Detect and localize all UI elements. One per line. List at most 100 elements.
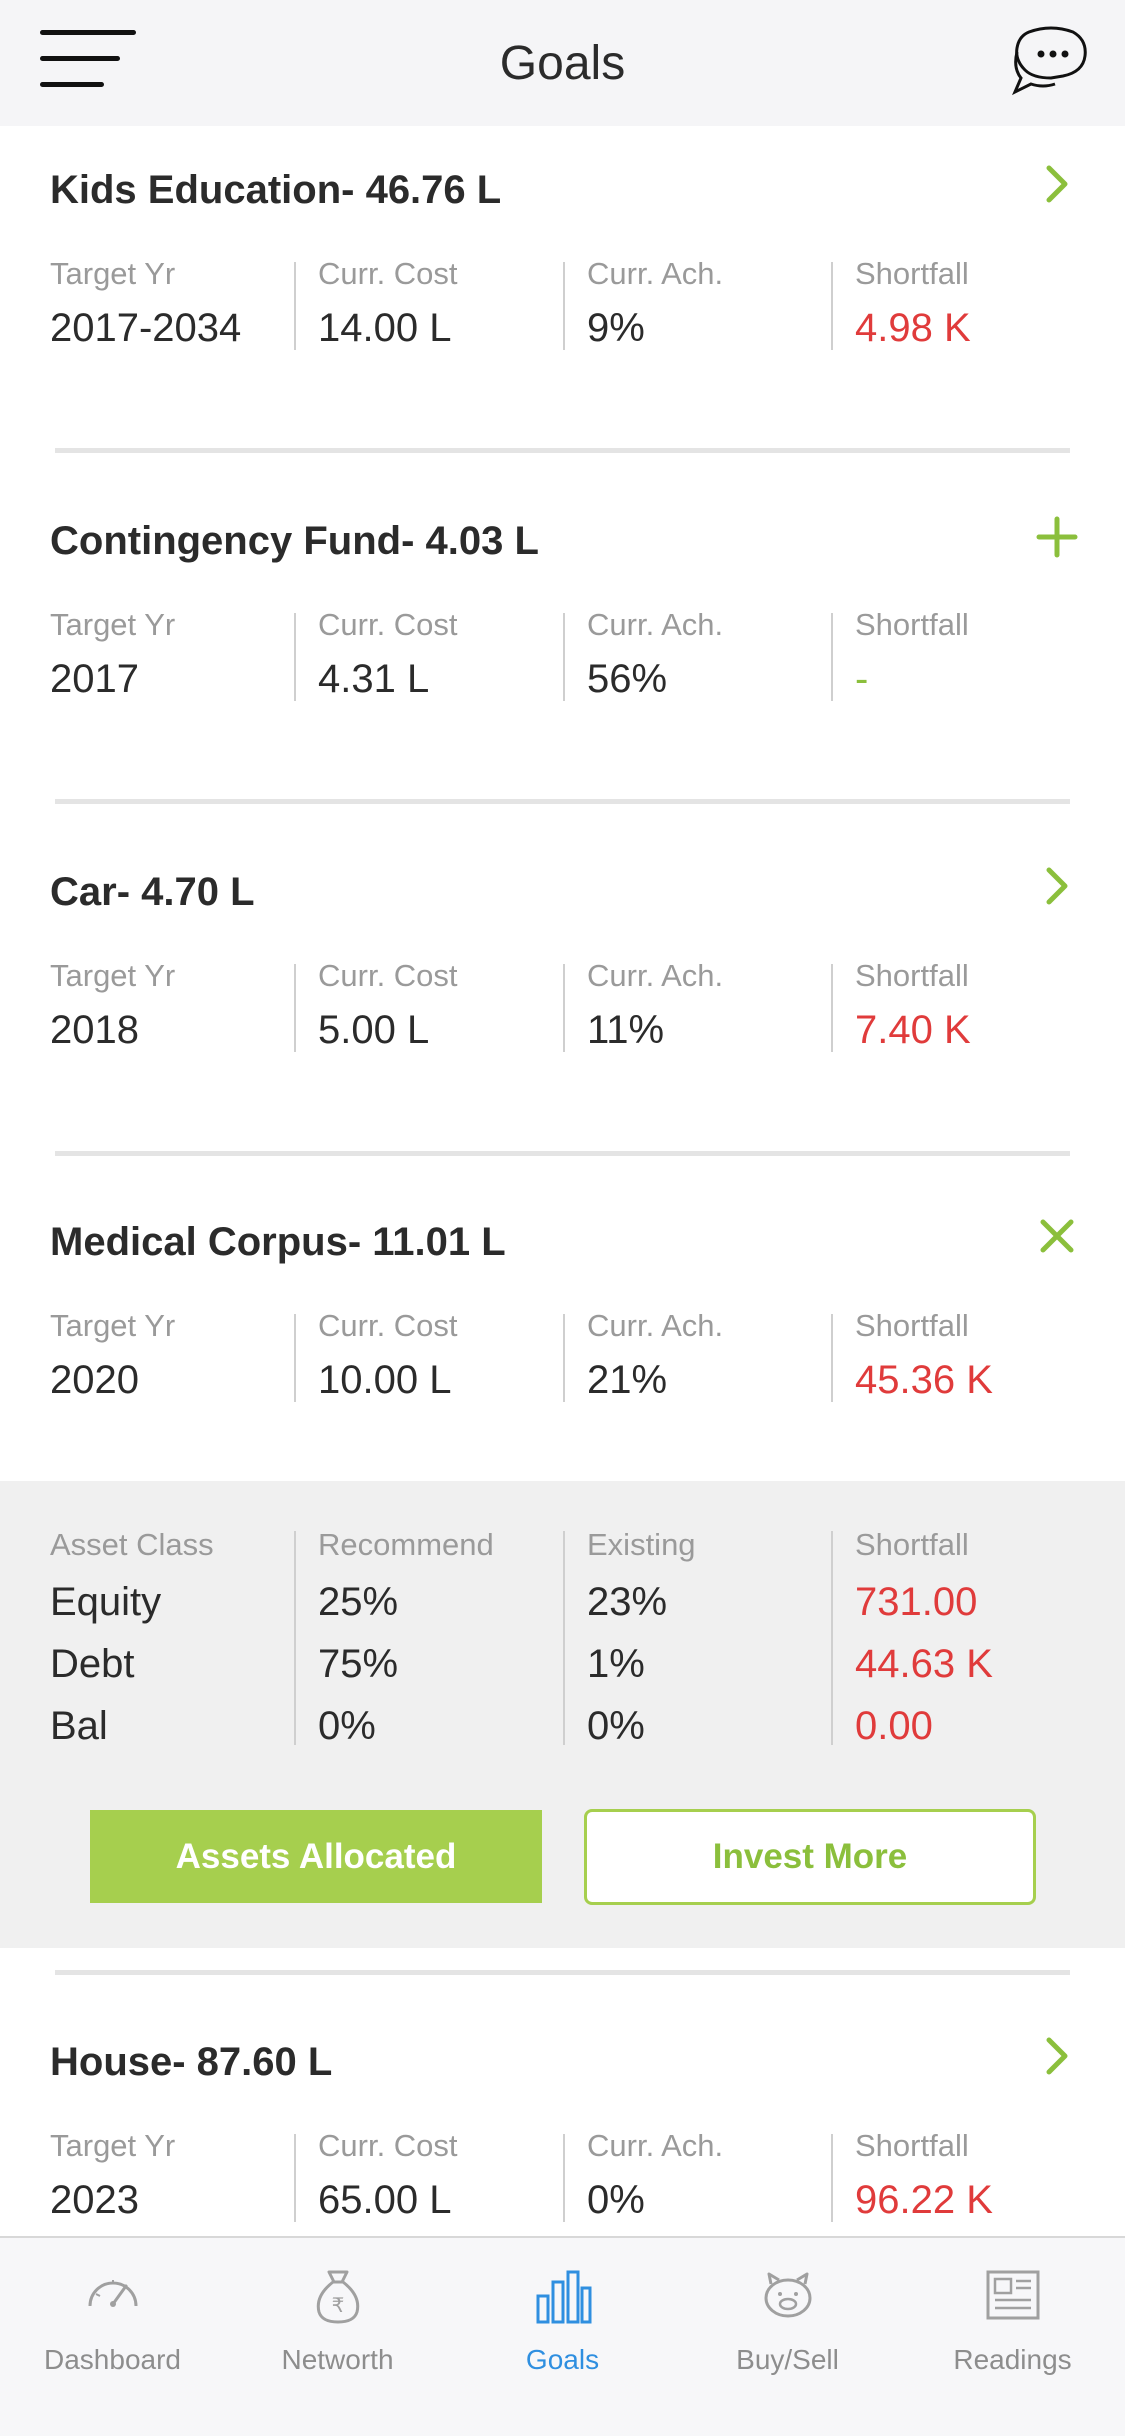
stat-value: 14.00 L: [318, 306, 452, 350]
goal-title: Car- 4.70 L: [50, 870, 255, 914]
invest-more-button[interactable]: Invest More: [584, 1809, 1036, 1905]
alloc-cell: Bal: [50, 1704, 108, 1748]
stat-label: Curr. Cost: [318, 256, 458, 291]
tab-label: Readings: [953, 2344, 1072, 2375]
divider: [563, 1531, 565, 1745]
alloc-header: Shortfall: [855, 1527, 969, 1562]
stat-value: 9%: [587, 306, 645, 350]
close-icon[interactable]: [1029, 1212, 1085, 1268]
alloc-cell: 0%: [318, 1704, 376, 1748]
divider: [831, 964, 833, 1052]
stat-curr-cost: Curr. Cost 4.31 L: [294, 607, 586, 717]
stat-label: Curr. Cost: [318, 607, 458, 642]
money-bag-icon: ₹: [316, 2270, 360, 2324]
stat-value: 7.40 K: [855, 1008, 971, 1052]
bottom-tab-bar: Dashboard ₹ Networth Goals Buy/Sell Read…: [0, 2236, 1125, 2436]
stat-shortfall: Shortfall 4.98 K: [831, 256, 1123, 366]
alloc-header: Existing: [587, 1527, 696, 1562]
divider: [831, 262, 833, 350]
tab-dashboard[interactable]: Dashboard: [0, 2238, 225, 2436]
speedometer-icon: [88, 2280, 138, 2307]
plus-icon[interactable]: [1029, 511, 1085, 567]
stat-curr-cost: Curr. Cost 14.00 L: [294, 256, 586, 366]
stat-label: Curr. Cost: [318, 2128, 458, 2163]
stat-value: 11%: [587, 1008, 665, 1052]
stat-value: 4.98 K: [855, 306, 971, 350]
stat-shortfall: Shortfall -: [831, 607, 1123, 717]
stat-label: Target Yr: [50, 607, 176, 642]
divider: [563, 964, 565, 1052]
stat-label: Curr. Ach.: [587, 256, 724, 291]
divider: [294, 1314, 296, 1402]
alloc-cell: 1%: [587, 1642, 645, 1686]
stat-shortfall: Shortfall 45.36 K: [831, 1308, 1123, 1418]
alloc-cell: Equity: [50, 1580, 162, 1624]
goal-title: Kids Education- 46.76 L: [50, 168, 502, 212]
app-header: Goals: [0, 0, 1125, 126]
alloc-cell: 23%: [587, 1580, 668, 1624]
divider: [294, 613, 296, 701]
alloc-cell: 0.00: [855, 1704, 933, 1748]
goal-title: House- 87.60 L: [50, 2040, 333, 2084]
alloc-cell: 25%: [318, 1580, 399, 1624]
bar-chart-icon: [536, 2270, 592, 2324]
alloc-cell: 731.00: [855, 1580, 978, 1624]
alloc-col-shortfall: Shortfall 731.00 44.63 K 0.00: [831, 1527, 1123, 1755]
stat-curr-ach: Curr. Ach. 11%: [563, 958, 855, 1068]
tab-goals[interactable]: Goals: [450, 2238, 675, 2436]
stat-label: Curr. Cost: [318, 958, 458, 993]
alloc-cell: 75%: [318, 1642, 399, 1686]
stat-value: 2017-2034: [50, 306, 242, 350]
chat-icon[interactable]: [1011, 22, 1091, 98]
goal-stats: Target Yr 2018 Curr. Cost 5.00 L Curr. A…: [0, 958, 1125, 1068]
stat-target-yr: Target Yr 2017-2034: [50, 256, 318, 366]
goal-stats: Target Yr 2017 Curr. Cost 4.31 L Curr. A…: [0, 607, 1125, 717]
stat-curr-ach: Curr. Ach. 56%: [563, 607, 855, 717]
alloc-col-recommend: Recommend 25% 75% 0%: [294, 1527, 586, 1755]
stat-label: Target Yr: [50, 256, 176, 291]
assets-allocated-button[interactable]: Assets Allocated: [90, 1810, 542, 1903]
tab-label: Dashboard: [44, 2344, 181, 2375]
stat-label: Shortfall: [855, 958, 969, 993]
divider: [831, 1531, 833, 1745]
tab-readings[interactable]: Readings: [900, 2238, 1125, 2436]
stat-label: Shortfall: [855, 1308, 969, 1343]
goal-stats: Target Yr 2023 Curr. Cost 65.00 L Curr. …: [0, 2128, 1125, 2238]
stat-value: 10.00 L: [318, 1358, 452, 1402]
alloc-header: Recommend: [318, 1527, 494, 1562]
stat-target-yr: Target Yr 2018: [50, 958, 318, 1068]
stat-value: 65.00 L: [318, 2178, 452, 2222]
goal-title: Contingency Fund- 4.03 L: [50, 519, 539, 563]
stat-value: 2020: [50, 1358, 139, 1402]
stat-label: Curr. Cost: [318, 1308, 458, 1343]
alloc-header: Asset Class: [50, 1527, 214, 1562]
stat-curr-cost: Curr. Cost 5.00 L: [294, 958, 586, 1068]
divider: [55, 799, 1070, 804]
divider: [563, 613, 565, 701]
stat-label: Target Yr: [50, 2128, 176, 2163]
stat-value: 56%: [587, 657, 668, 701]
divider: [55, 1151, 1070, 1156]
stat-target-yr: Target Yr 2020: [50, 1308, 318, 1418]
tab-label: Goals: [525, 2344, 600, 2375]
divider: [831, 1314, 833, 1402]
tab-buy-sell[interactable]: Buy/Sell: [675, 2238, 900, 2436]
divider: [294, 964, 296, 1052]
alloc-cell: 44.63 K: [855, 1642, 993, 1686]
stat-value: 2023: [50, 2178, 139, 2222]
divider: [563, 262, 565, 350]
goal-stats: Target Yr 2017-2034 Curr. Cost 14.00 L C…: [0, 256, 1125, 366]
asset-allocation-panel: Asset Class Equity Debt Bal Recommend 25…: [0, 1481, 1125, 1948]
chevron-right-icon[interactable]: [1029, 862, 1085, 918]
stat-curr-ach: Curr. Ach. 21%: [563, 1308, 855, 1418]
alloc-cell: Debt: [50, 1642, 135, 1686]
stat-label: Target Yr: [50, 1308, 176, 1343]
chevron-right-icon[interactable]: [1029, 2032, 1085, 2088]
tab-label: Buy/Sell: [736, 2344, 839, 2375]
chevron-right-icon[interactable]: [1029, 160, 1085, 216]
stat-value: 21%: [587, 1358, 668, 1402]
stat-shortfall: Shortfall 96.22 K: [831, 2128, 1123, 2238]
divider: [831, 613, 833, 701]
stat-label: Shortfall: [855, 256, 969, 291]
tab-networth[interactable]: ₹ Networth: [225, 2238, 450, 2436]
